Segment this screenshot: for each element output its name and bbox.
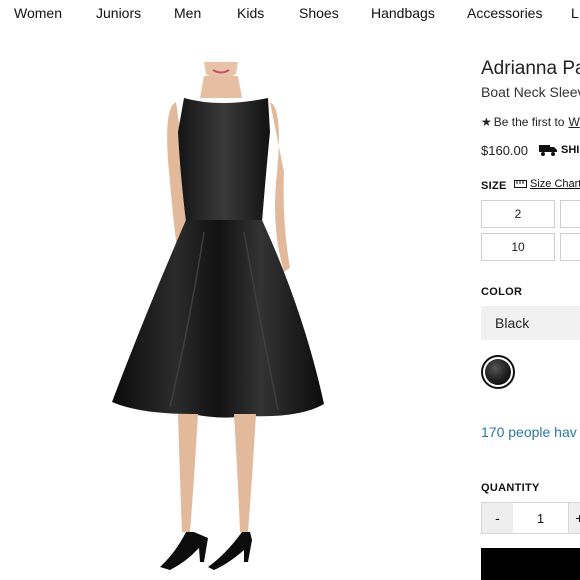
quantity-decrease-button[interactable]: - bbox=[482, 503, 513, 533]
size-option-10[interactable]: 10 bbox=[481, 233, 555, 261]
review-prompt: ★ Be the first to W bbox=[481, 115, 580, 129]
add-to-bag-button[interactable] bbox=[481, 548, 580, 580]
product-subtitle: Boat Neck Sleev bbox=[481, 84, 580, 100]
size-chart-text: Size Chart bbox=[530, 178, 580, 190]
size-chart-link[interactable]: Size Chart bbox=[514, 178, 580, 190]
product-image[interactable] bbox=[100, 62, 340, 580]
dress-illustration bbox=[112, 62, 324, 570]
quantity-label: QUANTITY bbox=[481, 482, 540, 494]
size-label: SIZE bbox=[481, 180, 507, 192]
star-icon: ★ bbox=[481, 115, 492, 129]
nav-kids[interactable]: Kids bbox=[237, 5, 264, 21]
review-text: Be the first to bbox=[493, 115, 565, 129]
swatch-fill bbox=[485, 359, 511, 385]
size-option-2[interactable]: 2 bbox=[481, 200, 555, 228]
write-review-link[interactable]: W bbox=[568, 115, 579, 129]
size-option[interactable] bbox=[560, 200, 580, 228]
shipping-info: SHI bbox=[539, 144, 579, 156]
color-select[interactable]: Black bbox=[481, 306, 580, 340]
truck-icon bbox=[539, 145, 557, 156]
color-label: COLOR bbox=[481, 286, 523, 298]
nav-women[interactable]: Women bbox=[14, 5, 62, 21]
viewers-count: 170 people hav bbox=[481, 424, 577, 440]
nav-shoes[interactable]: Shoes bbox=[299, 5, 339, 21]
size-option[interactable] bbox=[560, 233, 580, 261]
nav-juniors[interactable]: Juniors bbox=[96, 5, 141, 21]
quantity-increase-button[interactable]: + bbox=[568, 503, 580, 533]
product-title: Adrianna Pa bbox=[481, 58, 580, 79]
quantity-input[interactable]: 1 bbox=[513, 503, 568, 533]
product-price: $160.00 bbox=[481, 143, 528, 158]
nav-men[interactable]: Men bbox=[174, 5, 201, 21]
product-details: Adrianna Pa Boat Neck Sleev ★ Be the firs… bbox=[481, 0, 580, 580]
quantity-stepper: - 1 + bbox=[481, 502, 580, 534]
color-swatch-black[interactable] bbox=[481, 355, 515, 389]
ruler-icon bbox=[514, 180, 527, 188]
nav-handbags[interactable]: Handbags bbox=[371, 5, 435, 21]
shipping-text: SHI bbox=[561, 144, 580, 156]
